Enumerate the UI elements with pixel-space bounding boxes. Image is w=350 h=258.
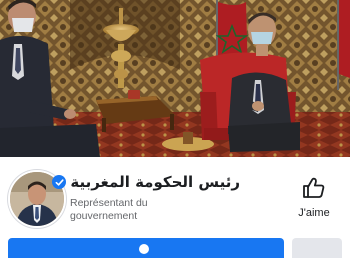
page-header: رئيس الحكومة المغربية Représentant du go… [0,157,350,258]
secondary-action-button[interactable] [292,238,342,258]
page-name-text: رئيس الحكومة المغربية [70,173,240,191]
verified-badge-icon [52,175,67,189]
primary-action-button[interactable] [8,238,284,258]
page-name[interactable]: رئيس الحكومة المغربية [52,171,240,193]
like-button[interactable]: J'aime [286,177,342,227]
cover-photo-image [0,0,350,157]
thumbs-up-icon [303,177,325,198]
messenger-icon [138,244,149,254]
page-category: Représentant du gouvernement [70,197,148,222]
cover-photo[interactable] [0,0,350,157]
like-label: J'aime [298,207,330,219]
